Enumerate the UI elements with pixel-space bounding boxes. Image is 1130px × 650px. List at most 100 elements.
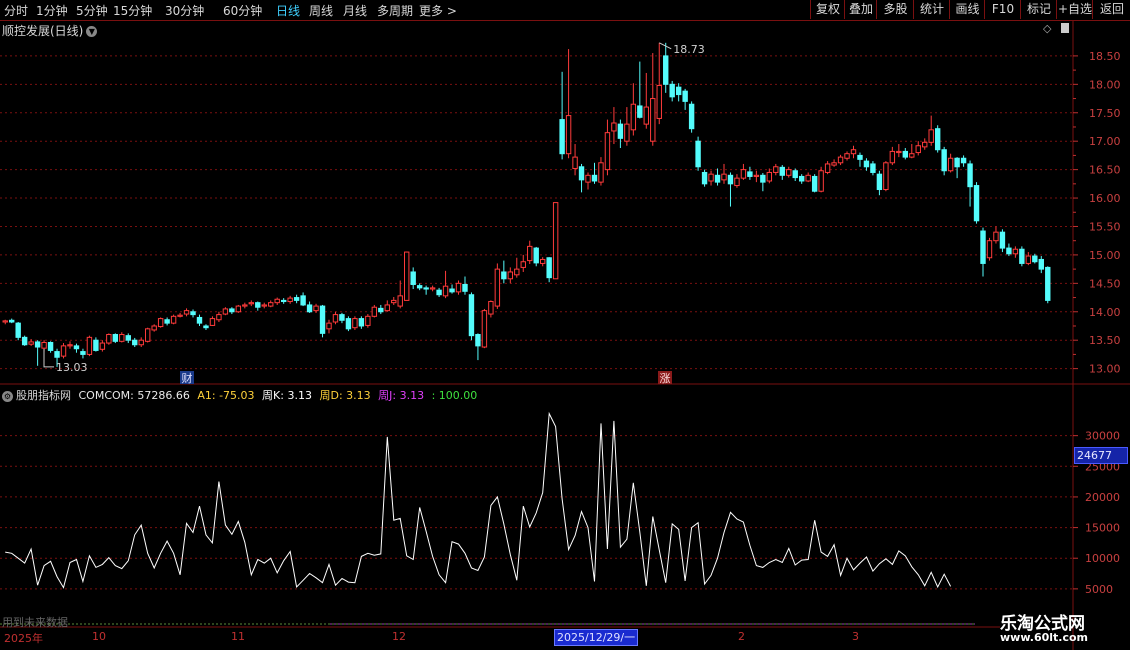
diamond-icon[interactable]: ◇ [1043,22,1051,35]
candle-body [209,318,216,326]
candle [844,151,850,161]
candle [520,254,526,272]
candle [300,292,306,307]
indicator-j: 周J: 3.13 [378,389,425,402]
candle-body [760,174,766,183]
period-tab[interactable]: 周线 [309,2,333,19]
candle [824,161,831,175]
candle [786,166,792,178]
candle-body [177,314,183,317]
candle [747,166,753,180]
candle [915,141,921,156]
date-axis-label: 2 [738,630,745,643]
toolbar-button[interactable]: 多股 [876,0,914,19]
candle-body [786,169,792,176]
date-axis-label: 3 [852,630,859,643]
candle [287,295,293,304]
chevron-down-icon[interactable]: ▼ [86,26,98,37]
period-tab[interactable]: 15分钟 [113,2,152,19]
candle [73,343,80,353]
candle-body [384,304,390,312]
toolbar-button[interactable]: F10 [984,0,1021,19]
candle [15,322,21,341]
candle-body [889,150,896,164]
candle [585,172,591,190]
candle-body [9,319,15,323]
candle-body [792,170,798,179]
period-tab[interactable]: 多周期 [377,2,413,19]
candle [404,251,410,301]
candle-body [293,297,300,301]
candle-body [960,157,967,164]
price-tick-label: 17.00 [1089,135,1121,148]
candle [209,316,216,326]
candle-body [630,103,637,131]
candle [643,72,649,129]
candle-body [203,325,209,329]
period-tab[interactable]: 30分钟 [165,2,204,19]
indicator-d: 周D: 3.13 [319,389,371,402]
toolbar-button[interactable]: 返回 [1092,0,1130,19]
period-tab[interactable]: 日线 [276,2,300,19]
candle-body [688,103,695,130]
high-label: 18.73 [673,43,705,56]
candle-body [675,86,682,96]
candle-body [572,156,578,169]
candle-body [416,285,423,289]
candle [397,280,403,309]
candle [242,302,248,309]
candle [119,332,125,343]
period-tab[interactable]: 1分钟 [36,2,68,19]
indicator-k: 周K: 3.13 [262,389,312,402]
price-annotations: 18.73 13.03 财 涨 [43,42,705,385]
candle [811,174,818,193]
candle-body [157,318,164,328]
candle-body [552,202,559,280]
price-tick-label: 18.50 [1089,50,1121,63]
candle-body [73,345,80,350]
period-tab[interactable]: 60分钟 [223,2,262,19]
candle-body [99,342,106,350]
candle-body [339,314,345,321]
candle-body [93,339,99,351]
candle [533,246,539,267]
candle-body [902,150,909,158]
candle [352,316,358,330]
candle-body [546,257,552,279]
candle-body [326,322,332,330]
candle-body [138,339,144,346]
candle [663,42,669,93]
price-tick-label: 16.50 [1089,164,1121,177]
period-tab[interactable]: 更多 > [419,2,457,19]
toolbar-button[interactable]: 叠加 [844,0,877,19]
candle [436,287,442,297]
candle-body [300,295,306,306]
period-tab[interactable]: 分时 [4,2,28,19]
indicator-tick-label: 30000 [1085,430,1120,443]
toolbar-button[interactable]: 复权 [810,0,845,19]
panel-menu-icon[interactable] [1061,23,1069,33]
candle-body [701,171,708,185]
period-tab[interactable]: 5分钟 [76,2,108,19]
toolbar-button[interactable]: +自选 [1056,0,1093,19]
toolbar-button[interactable]: 画线 [949,0,985,19]
candle-body [876,173,883,191]
candle [170,314,177,325]
candle-body [222,308,229,315]
period-tab[interactable]: 月线 [343,2,367,19]
candle-body [850,149,857,155]
candle [47,341,54,353]
candle [261,302,267,309]
gear-icon[interactable]: ⚙ [2,390,13,402]
indicator-title: ⚙ 股朋指标网 COMCOM: 57286.66 A1: -75.03 周K: 3… [2,387,481,403]
toolbar-button[interactable]: 标记 [1020,0,1057,19]
toolbar-button[interactable]: 统计 [913,0,950,19]
candle-body [196,316,203,324]
candle-body [779,166,785,176]
candle [889,146,896,166]
candle-body [727,174,734,185]
candle [527,240,533,265]
candle-body [514,268,520,276]
candle-body [695,140,701,168]
price-grid [0,20,1130,650]
